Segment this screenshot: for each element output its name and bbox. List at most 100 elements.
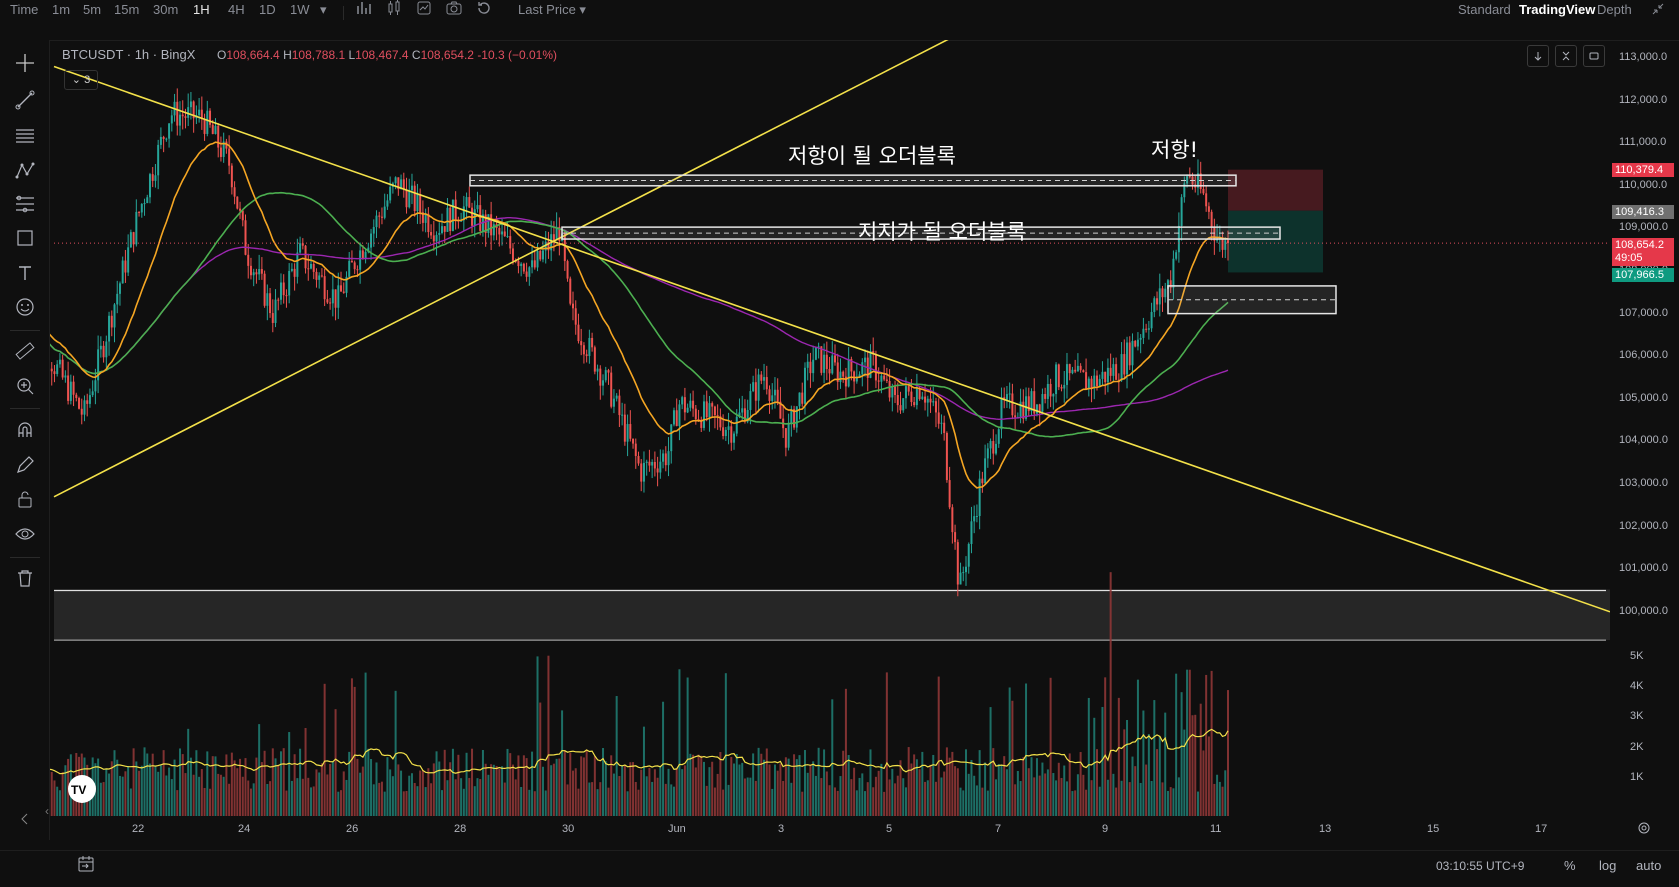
emoji-icon[interactable] (12, 294, 38, 320)
volume-bar (231, 753, 233, 816)
volume-bar (419, 771, 421, 816)
candle-body (763, 377, 765, 381)
candle-body (995, 444, 997, 454)
candle-body (416, 194, 418, 211)
trendline-icon[interactable] (12, 87, 38, 113)
reset-icon[interactable] (476, 0, 492, 19)
volume-bar (995, 779, 997, 816)
volume-bar (1052, 773, 1054, 816)
candle-body (706, 401, 708, 417)
last-price-dropdown[interactable]: Last Price ▾ (518, 2, 586, 18)
horizontal-lines-icon[interactable] (12, 123, 38, 149)
candle-body (531, 260, 533, 267)
zoom-in-icon[interactable] (12, 373, 38, 399)
candle-body (919, 388, 921, 399)
candle-body (1112, 364, 1114, 376)
view-standard[interactable]: Standard (1458, 2, 1511, 17)
interval-1d[interactable]: 1D (259, 2, 276, 17)
magnet-icon[interactable] (12, 417, 38, 443)
volume-bar (1074, 790, 1076, 816)
candle-body (56, 364, 58, 374)
crosshair-icon[interactable] (12, 50, 38, 76)
candle-body (777, 390, 779, 402)
fullscreen-icon[interactable] (1583, 45, 1605, 67)
indicator-toggle[interactable]: ⌄ 3 (64, 70, 98, 90)
camera-icon[interactable] (446, 0, 462, 19)
interval-4h[interactable]: 4H (228, 2, 245, 17)
candle-body (1164, 289, 1166, 297)
candle-body (1134, 341, 1136, 347)
candle-body (1011, 393, 1013, 415)
candle-body (553, 234, 555, 240)
collapse-left-icon[interactable] (12, 806, 38, 832)
clock-readout[interactable]: 03:10:55 UTC+9 (1436, 859, 1524, 873)
candle-body (905, 386, 907, 398)
view-depth[interactable]: Depth (1597, 2, 1632, 17)
candle-body (913, 402, 915, 405)
rectangle-icon[interactable] (12, 225, 38, 251)
volume-bar (910, 764, 912, 816)
candle-body (1129, 342, 1131, 365)
candle-body (853, 371, 855, 381)
fib-icon[interactable] (12, 191, 38, 217)
candle-body (591, 338, 593, 347)
volume-bar (719, 752, 721, 816)
candles-icon[interactable] (386, 0, 402, 19)
candle-body (433, 235, 435, 241)
volume-bar (1148, 734, 1150, 816)
volume-bar (476, 778, 478, 816)
interval-1h[interactable]: 1H (193, 2, 210, 17)
lock-icon[interactable] (12, 486, 38, 512)
collapse-icon[interactable] (1651, 2, 1665, 19)
percent-toggle[interactable]: % (1564, 858, 1576, 873)
view-tradingview[interactable]: TradingView (1519, 2, 1595, 17)
candle-body (299, 243, 301, 252)
candle-body (313, 264, 315, 272)
volume-bar (1110, 572, 1112, 816)
fit-icon[interactable] (1555, 45, 1577, 67)
volume-bar (376, 762, 378, 816)
candle-body (946, 433, 948, 480)
date-range-icon[interactable] (77, 855, 95, 878)
volume-bar (1123, 729, 1125, 816)
pattern-icon[interactable] (12, 158, 38, 184)
volume-bar (820, 778, 822, 816)
ohlc-legend: O108,664.4 H108,788.1 L108,467.4 C108,65… (217, 48, 557, 62)
log-toggle[interactable]: log (1599, 858, 1616, 873)
text-icon[interactable] (12, 260, 38, 286)
pencil-lock-icon[interactable] (12, 452, 38, 478)
indicators-icon[interactable] (416, 0, 432, 19)
interval-15m[interactable]: 15m (114, 2, 139, 17)
volume-bar (149, 764, 151, 816)
interval-5m[interactable]: 5m (83, 2, 101, 17)
candle-body (943, 423, 945, 433)
scroll-left-icon[interactable]: ‹ (45, 804, 49, 818)
interval-dropdown-icon[interactable]: ▾ (320, 2, 327, 18)
auto-toggle[interactable]: auto (1636, 858, 1661, 873)
volume-bar (902, 778, 904, 816)
volume-bar (946, 747, 948, 816)
candle-body (886, 380, 888, 381)
interval-30m[interactable]: 30m (153, 2, 178, 17)
candle-body (176, 102, 178, 126)
interval-1m[interactable]: 1m (52, 2, 70, 17)
candle-body (127, 247, 129, 272)
volume-bar (163, 750, 165, 816)
settings-gear-icon[interactable] (1636, 820, 1652, 841)
interval-1w[interactable]: 1W (290, 2, 310, 17)
volume-bar (272, 748, 274, 816)
ruler-icon[interactable] (12, 338, 38, 364)
bar-chart-icon[interactable] (356, 0, 372, 19)
volume-bar (826, 771, 828, 816)
candle-body (381, 217, 383, 218)
candle-body (807, 362, 809, 368)
volume-bar (168, 768, 170, 816)
candle-body (938, 412, 940, 423)
trash-icon[interactable] (12, 565, 38, 591)
time-label[interactable]: Time (10, 2, 38, 17)
volume-bar (332, 761, 334, 816)
scroll-down-icon[interactable] (1527, 45, 1549, 67)
candle-body (567, 261, 569, 279)
volume-bar (646, 776, 648, 816)
eye-icon[interactable] (12, 521, 38, 547)
